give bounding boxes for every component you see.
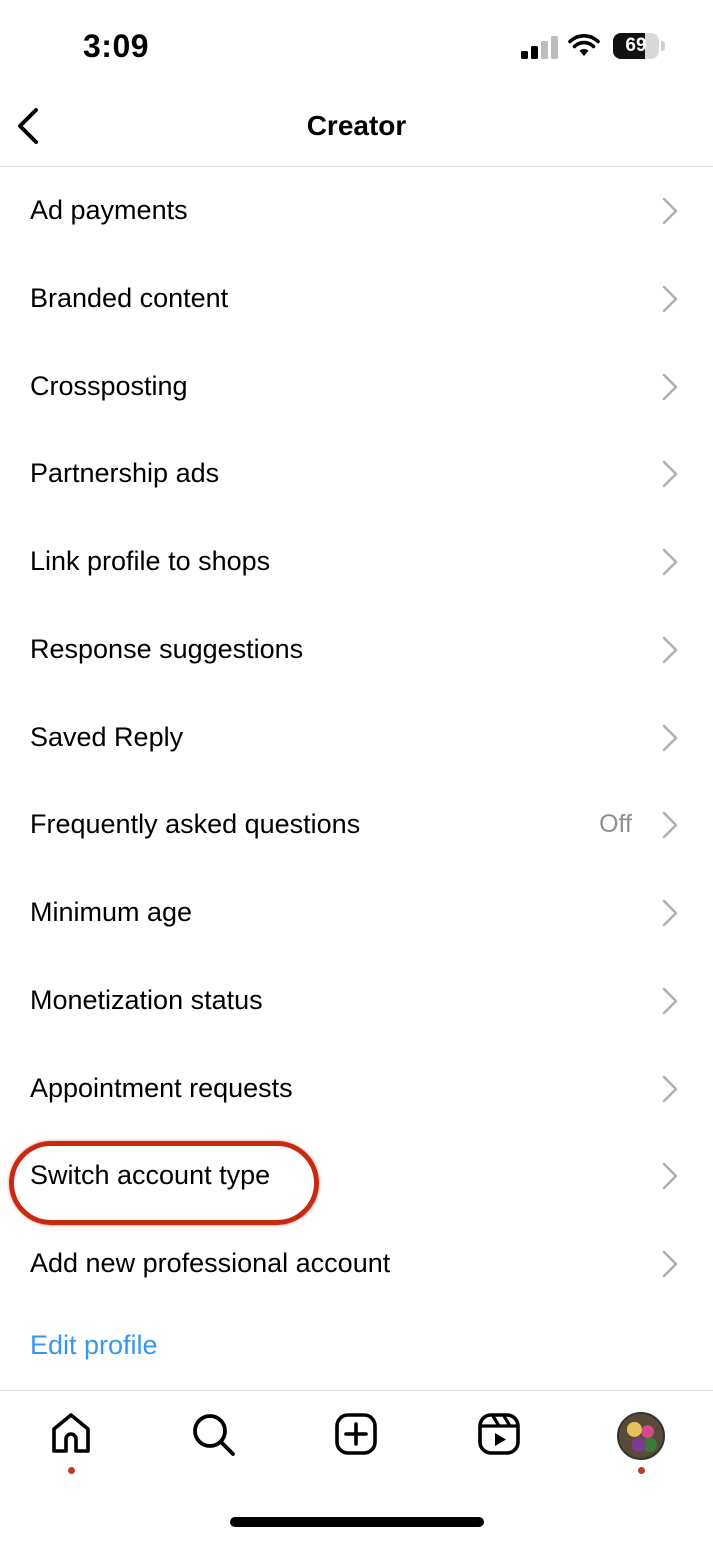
creator-settings-list: Ad payments Branded content Crossposting Pa… [0,167,713,1308]
menu-item-label: Switch account type [30,1160,271,1191]
chevron-right-icon [662,987,678,1015]
wifi-icon [568,34,600,56]
menu-item-partnership-ads[interactable]: Partnership ads [0,430,713,518]
menu-item-label: Add new professional account [30,1248,391,1278]
chevron-right-icon [662,811,678,839]
home-indicator [230,1517,484,1527]
menu-item-label: Partnership ads [30,458,220,489]
menu-item-label: Appointment requests [30,1072,293,1103]
status-bar: 3:09 69 [0,0,713,92]
chevron-right-icon [662,724,678,751]
reels-icon [478,1413,520,1455]
chevron-right-icon [662,1250,678,1278]
menu-item-branded-content[interactable]: Branded content [0,255,713,343]
battery-icon: 69 [613,33,667,59]
menu-item-ad-payments[interactable]: Ad payments [0,167,713,255]
profile-notification-dot [638,1467,645,1474]
menu-item-label: Branded content [30,282,229,313]
battery-nub [661,41,665,51]
menu-item-monetization-status[interactable]: Monetization status [0,957,713,1045]
profile-avatar[interactable] [617,1412,665,1460]
chevron-right-icon [662,197,678,225]
chevron-right-icon [662,460,678,488]
edit-profile-link[interactable]: Edit profile [30,1330,158,1361]
tab-search[interactable] [188,1409,238,1459]
chevron-right-icon [662,1075,678,1102]
status-time: 3:09 [83,28,150,64]
menu-item-switch-account-type[interactable]: Switch account type [0,1132,713,1226]
menu-item-label: Link profile to shops [30,546,271,576]
create-plus-icon [335,1413,377,1455]
menu-item-frequently-asked-questions[interactable]: Frequently asked questions Off [0,781,713,869]
menu-item-add-new-professional-account[interactable]: Add new professional account [0,1220,713,1308]
search-icon [193,1414,235,1456]
cellular-signal-icon [521,36,558,59]
nav-header: Creator [0,92,713,167]
menu-item-appointment-requests[interactable]: Appointment requests [0,1045,713,1133]
menu-item-crossposting[interactable]: Crossposting [0,343,713,431]
menu-item-label: Minimum age [30,897,193,927]
menu-item-link-profile-to-shops[interactable]: Link profile to shops [0,518,713,606]
home-notification-dot [68,1467,75,1474]
tab-create[interactable] [331,1409,381,1459]
battery-body: 69 [613,33,659,59]
chevron-right-icon [662,285,678,313]
menu-item-minimum-age[interactable]: Minimum age [0,869,713,957]
menu-item-label: Ad payments [30,195,188,225]
chevron-right-icon [662,899,678,927]
menu-item-label: Saved Reply [30,721,184,752]
chevron-right-icon [662,1162,678,1190]
menu-item-label: Response suggestions [30,633,304,664]
chevron-right-icon [662,373,678,400]
menu-item-label: Crossposting [30,370,188,401]
chevron-right-icon [662,548,678,576]
home-icon [52,1413,90,1453]
chevron-right-icon [662,636,678,664]
menu-item-label: Monetization status [30,984,263,1015]
menu-item-response-suggestions[interactable]: Response suggestions [0,606,713,694]
menu-item-label: Frequently asked questions [30,809,361,840]
page-title: Creator [306,110,407,141]
tab-home[interactable] [46,1409,96,1474]
menu-item-saved-reply[interactable]: Saved Reply [0,694,713,782]
menu-item-value: Off [599,810,632,839]
battery-level: 69 [625,35,647,56]
tab-reels[interactable] [474,1409,524,1459]
